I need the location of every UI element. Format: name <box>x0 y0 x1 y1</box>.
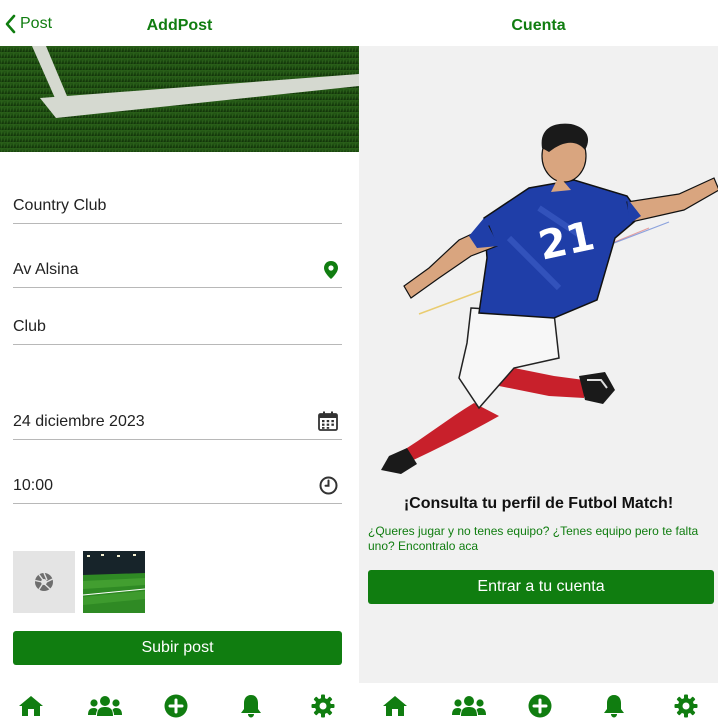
tab-bar <box>0 683 359 727</box>
home-icon <box>19 696 43 716</box>
tab-bar <box>359 683 718 727</box>
bell-icon <box>604 695 624 718</box>
date-value: 24 diciembre 2023 <box>13 413 145 430</box>
calendar-icon[interactable] <box>318 411 338 431</box>
gear-icon <box>674 694 698 718</box>
tab-home[interactable] <box>17 693 45 719</box>
soccer-player-illustration: 21 <box>381 123 718 474</box>
submit-post-button[interactable]: Subir post <box>13 631 342 665</box>
account-subtext: ¿Queres jugar y no tenes equipo? ¿Tenes … <box>368 524 699 553</box>
enter-account-label: Entrar a tu cuenta <box>477 578 605 595</box>
enter-account-button[interactable]: Entrar a tu cuenta <box>368 570 714 604</box>
submit-post-label: Subir post <box>141 639 214 656</box>
home-icon <box>383 696 407 716</box>
tab-notifications[interactable] <box>237 693 265 719</box>
map-pin-icon[interactable] <box>324 261 338 279</box>
tab-settings[interactable] <box>672 693 700 719</box>
place-name-value: Country Club <box>13 197 107 214</box>
bell-icon <box>241 695 261 718</box>
date-field[interactable]: 24 diciembre 2023 <box>13 403 342 440</box>
gear-icon <box>311 694 335 718</box>
tab-notifications[interactable] <box>600 693 628 719</box>
time-field[interactable]: 10:00 <box>13 467 342 504</box>
tab-settings[interactable] <box>309 693 337 719</box>
camera-shutter-icon <box>35 572 53 591</box>
tab-teams[interactable] <box>451 693 487 719</box>
address-field[interactable]: Av Alsina <box>13 251 342 288</box>
plus-circle-icon <box>164 694 188 718</box>
tab-add-post[interactable] <box>162 693 190 719</box>
addpost-screen: Post AddPost Country Club Av Alsina Club… <box>0 0 359 727</box>
place-type-value: Club <box>13 318 46 335</box>
tab-add-post[interactable] <box>526 693 554 719</box>
field-header-image <box>0 46 359 152</box>
tab-home[interactable] <box>381 693 409 719</box>
addpost-navbar: Post AddPost <box>0 0 359 46</box>
clock-icon[interactable] <box>319 476 338 495</box>
time-value: 10:00 <box>13 477 54 494</box>
users-icon <box>452 696 486 716</box>
plus-circle-icon <box>528 694 552 718</box>
place-type-field[interactable]: Club <box>13 308 342 345</box>
account-heading: ¡Consulta tu perfil de Futbol Match! <box>403 495 674 512</box>
account-navbar: Cuenta <box>359 0 718 46</box>
account-screen: Cuenta 21 ¡Consulta tu perfil de Futbol … <box>359 0 718 727</box>
tab-teams[interactable] <box>87 693 123 719</box>
add-photo-button[interactable] <box>13 551 75 613</box>
users-icon <box>88 696 122 716</box>
page-title: AddPost <box>146 17 213 34</box>
place-name-field[interactable]: Country Club <box>13 187 342 224</box>
photo-thumbnail[interactable] <box>83 551 145 613</box>
page-title: Cuenta <box>511 17 566 34</box>
address-value: Av Alsina <box>13 261 79 278</box>
